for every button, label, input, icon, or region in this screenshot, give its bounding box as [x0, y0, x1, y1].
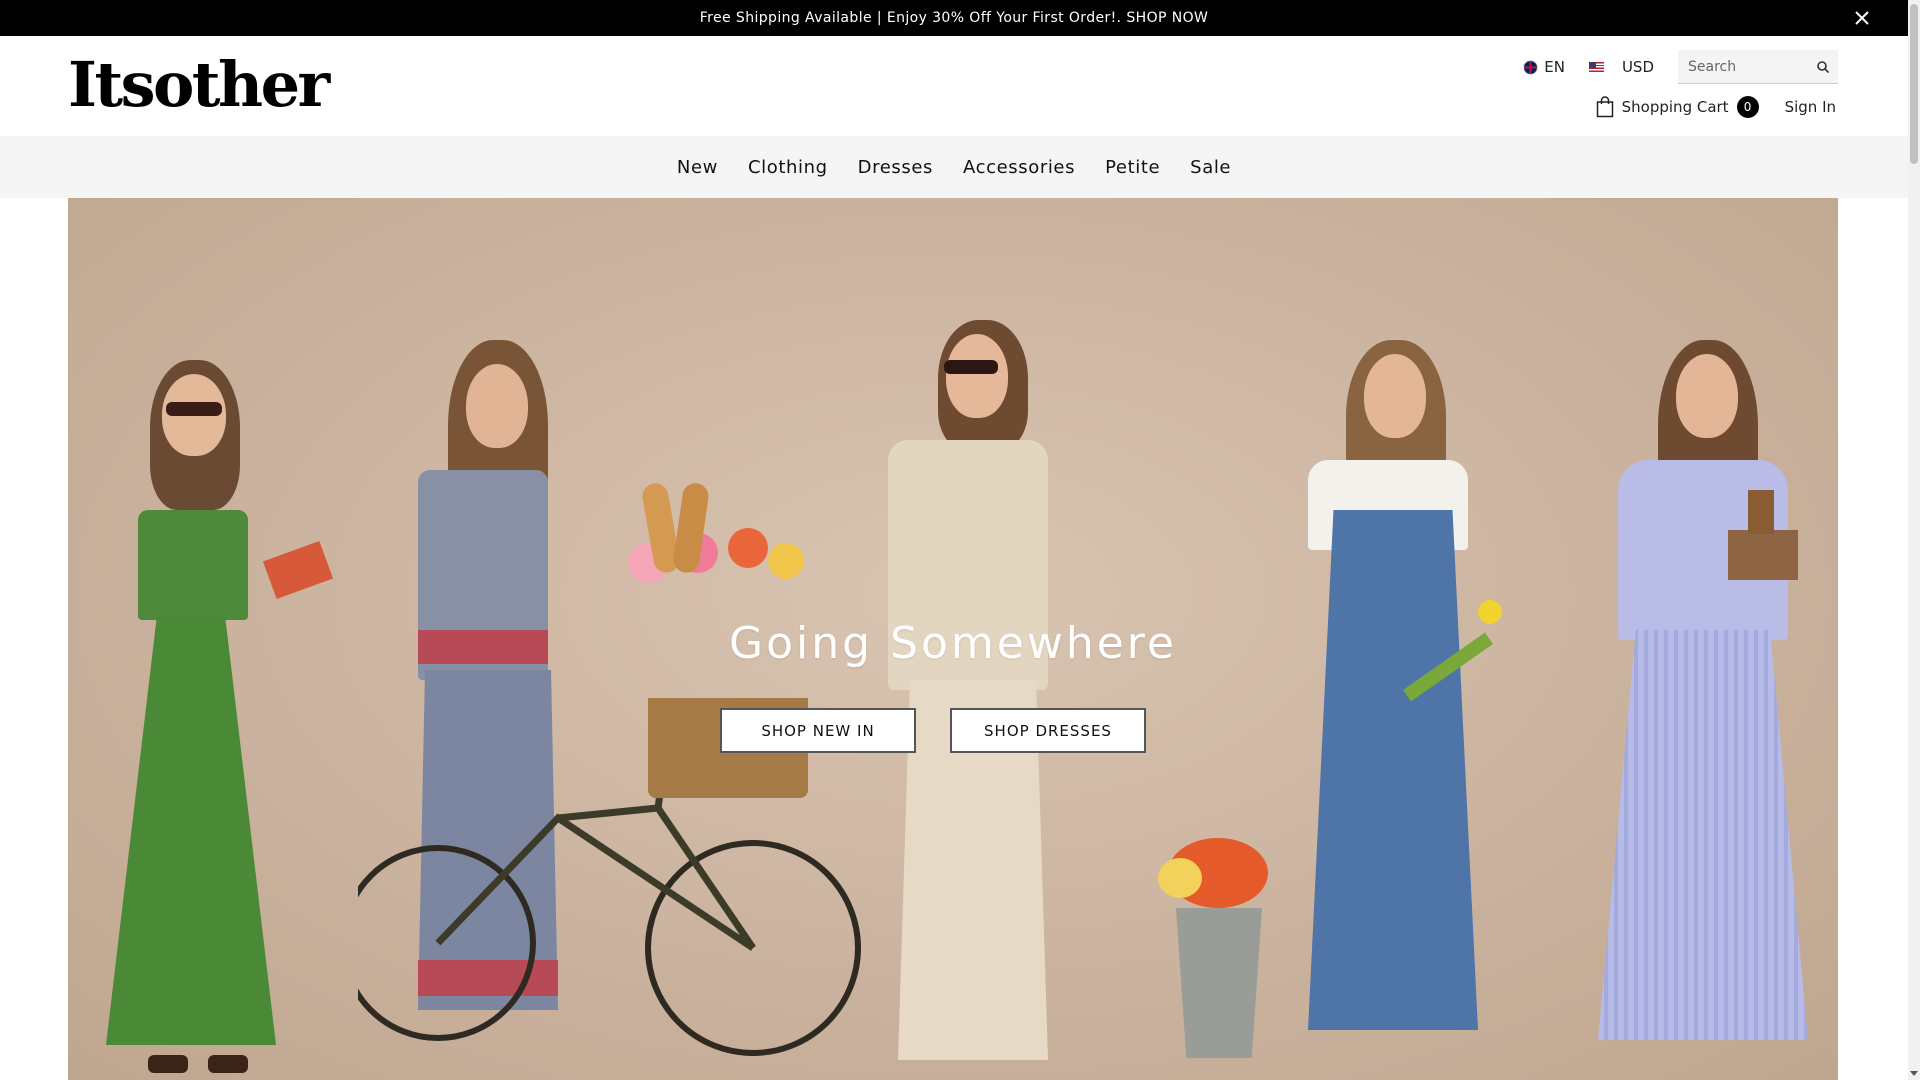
header-utilities: EN USD: [1523, 50, 1838, 84]
promo-text[interactable]: Free Shipping Available | Enjoy 30% Off …: [700, 10, 1208, 26]
hero-title: Going Somewhere: [729, 618, 1177, 669]
bicycle: [340, 678, 878, 1078]
language-selector[interactable]: EN: [1523, 58, 1565, 76]
uk-flag-icon: [1523, 59, 1539, 75]
main-nav: New Clothing Dresses Accessories Petite …: [0, 136, 1908, 198]
shop-dresses-button[interactable]: SHOP DRESSES: [950, 708, 1146, 753]
shopping-bag-icon: [1596, 96, 1614, 118]
language-label: EN: [1544, 58, 1565, 76]
nav-item-clothing[interactable]: Clothing: [748, 157, 828, 178]
cart-count-badge: 0: [1736, 96, 1759, 118]
promo-bar: Free Shipping Available | Enjoy 30% Off …: [0, 0, 1908, 36]
nav-item-new[interactable]: New: [677, 157, 718, 178]
hero-banner[interactable]: Going Somewhere SHOP NEW IN SHOP DRESSES: [68, 198, 1838, 1080]
hero-button-group: SHOP NEW IN SHOP DRESSES: [68, 708, 1818, 753]
shopping-cart-link[interactable]: Shopping Cart 0: [1596, 96, 1759, 118]
nav-item-dresses[interactable]: Dresses: [858, 157, 933, 178]
flower-bucket: [1158, 838, 1278, 1080]
sign-in-link[interactable]: Sign In: [1785, 98, 1836, 116]
cart-label: Shopping Cart: [1621, 98, 1729, 116]
scrollbar-thumb[interactable]: [1910, 4, 1918, 164]
scroll-down-arrow-icon[interactable]: [1910, 1071, 1918, 1076]
search-box: [1678, 50, 1838, 84]
search-icon[interactable]: [1816, 60, 1830, 74]
us-flag-icon: [1588, 62, 1604, 72]
nav-item-sale[interactable]: Sale: [1190, 157, 1231, 178]
close-icon[interactable]: [1852, 8, 1872, 28]
nav-item-petite[interactable]: Petite: [1105, 157, 1160, 178]
account-utilities: Shopping Cart 0 Sign In: [1596, 96, 1836, 118]
nav-item-accessories[interactable]: Accessories: [963, 157, 1075, 178]
search-input[interactable]: [1688, 58, 1808, 75]
site-logo[interactable]: Itsother: [68, 54, 330, 116]
site-header: Itsother EN USD Shopping Cart 0 Sign In: [0, 36, 1908, 136]
page-scrollbar[interactable]: [1908, 0, 1920, 1080]
currency-label: USD: [1621, 58, 1654, 76]
model-beige-suit: [848, 320, 1078, 1080]
shop-new-in-button[interactable]: SHOP NEW IN: [720, 708, 916, 753]
currency-selector[interactable]: USD: [1588, 58, 1654, 76]
